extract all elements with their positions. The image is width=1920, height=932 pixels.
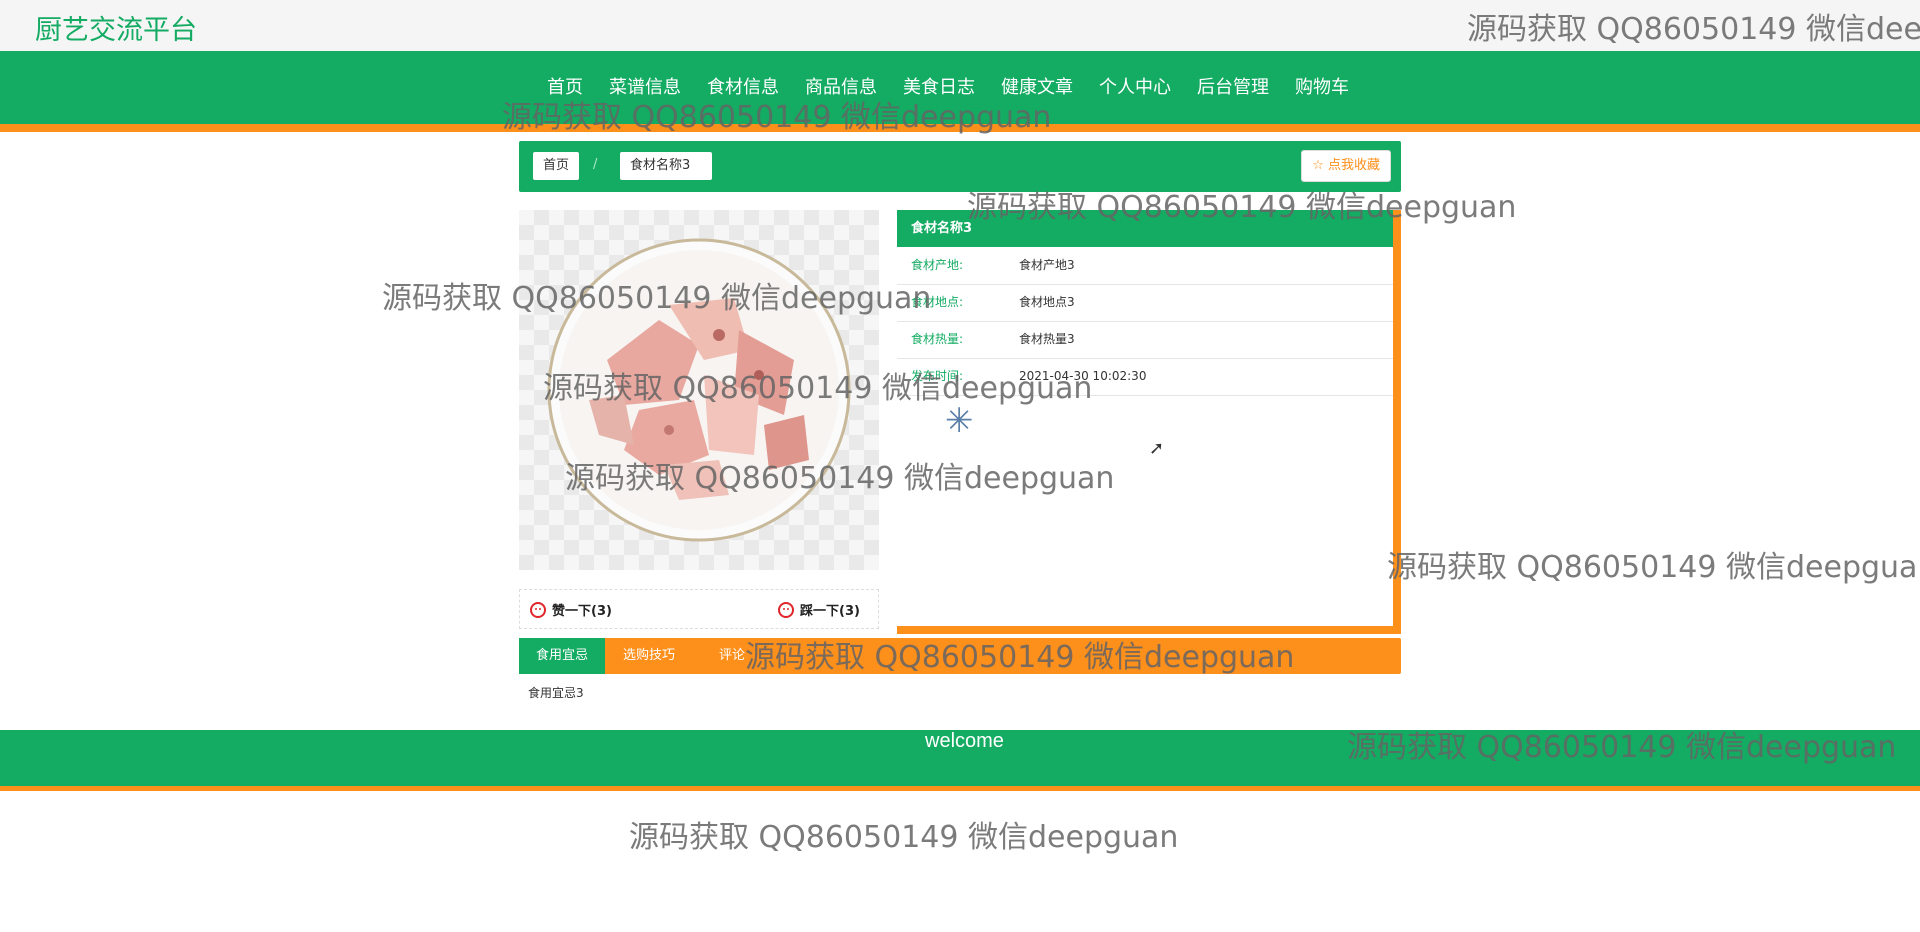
- nav-item-ingredients[interactable]: 食材信息: [707, 73, 779, 99]
- breadcrumb-separator: /: [593, 157, 598, 172]
- mouse-cursor-icon: ➚: [1149, 438, 1165, 459]
- detail-key: 食材热量:: [911, 332, 964, 346]
- nav-item-food-diary[interactable]: 美食日志: [903, 73, 975, 99]
- nav-item-cart[interactable]: 购物车: [1295, 73, 1349, 99]
- nav-item-products[interactable]: 商品信息: [805, 73, 877, 99]
- loading-spinner-icon: ✳: [945, 401, 974, 441]
- tab-bar: 食用宜忌 选购技巧 评论: [519, 638, 1401, 674]
- nav-item-personal-center[interactable]: 个人中心: [1099, 73, 1171, 99]
- detail-title: 食材名称3: [897, 210, 1393, 247]
- detail-value: 食材产地3: [1019, 258, 1075, 272]
- detail-row: 食材产地: 食材产地3: [897, 247, 1393, 285]
- detail-value: 食材热量3: [1019, 332, 1075, 346]
- breadcrumb-current[interactable]: 食材名称3: [620, 152, 712, 180]
- dislike-label: 踩一下(3): [800, 604, 860, 619]
- detail-row: 食材地点: 食材地点3: [897, 284, 1393, 322]
- footer-text: welcome: [925, 730, 1004, 752]
- watermark-text: 源码获取 QQ86050149 微信deepguan: [1387, 550, 1920, 585]
- detail-value: 食材地点3: [1019, 295, 1075, 309]
- dislike-button[interactable]: 踩一下(3): [778, 600, 860, 619]
- nav-item-health-articles[interactable]: 健康文章: [1001, 73, 1073, 99]
- favorite-button[interactable]: ☆ 点我收藏: [1301, 150, 1391, 182]
- breadcrumb: 首页 / 食材名称3 ☆ 点我收藏: [519, 141, 1401, 192]
- like-label: 赞一下(3): [552, 604, 612, 619]
- detail-panel: 食材名称3 食材产地: 食材产地3 食材地点: 食材地点3 食材热量: 食材热量…: [897, 210, 1401, 634]
- like-button[interactable]: 赞一下(3): [530, 600, 612, 619]
- detail-key: 食材产地:: [911, 258, 964, 272]
- tab-buying-tips[interactable]: 选购技巧: [606, 638, 692, 674]
- nav-menu: 首页 菜谱信息 食材信息 商品信息 美食日志 健康文章 个人中心 后台管理 购物…: [547, 73, 1375, 99]
- watermark-text: 源码获取 QQ86050149 微信deepguan: [629, 820, 1179, 855]
- frown-icon: [778, 601, 794, 618]
- tab-content: 食用宜忌3: [528, 686, 584, 700]
- ingredient-image-panel: [519, 210, 879, 570]
- detail-row: 发布时间: 2021-04-30 10:02:30: [897, 358, 1393, 396]
- footer: welcome: [0, 730, 1920, 791]
- detail-key: 发布时间:: [911, 369, 964, 383]
- tab-eating-guide[interactable]: 食用宜忌: [519, 638, 606, 674]
- smile-icon: [530, 601, 546, 618]
- top-bar: 厨艺交流平台: [0, 0, 1920, 51]
- detail-row: 食材热量: 食材热量3: [897, 321, 1393, 359]
- site-title[interactable]: 厨艺交流平台: [35, 8, 197, 47]
- nav-item-recipes[interactable]: 菜谱信息: [609, 73, 681, 99]
- vote-bar: 赞一下(3) 踩一下(3): [519, 589, 879, 629]
- detail-value: 2021-04-30 10:02:30: [1019, 369, 1147, 383]
- nav-item-admin[interactable]: 后台管理: [1197, 73, 1269, 99]
- ingredient-photo: [547, 238, 851, 542]
- detail-key: 食材地点:: [911, 295, 964, 309]
- main-nav: 首页 菜谱信息 食材信息 商品信息 美食日志 健康文章 个人中心 后台管理 购物…: [0, 51, 1920, 132]
- tab-comments[interactable]: 评论: [702, 638, 762, 674]
- nav-item-home[interactable]: 首页: [547, 73, 583, 99]
- breadcrumb-home[interactable]: 首页: [533, 152, 580, 180]
